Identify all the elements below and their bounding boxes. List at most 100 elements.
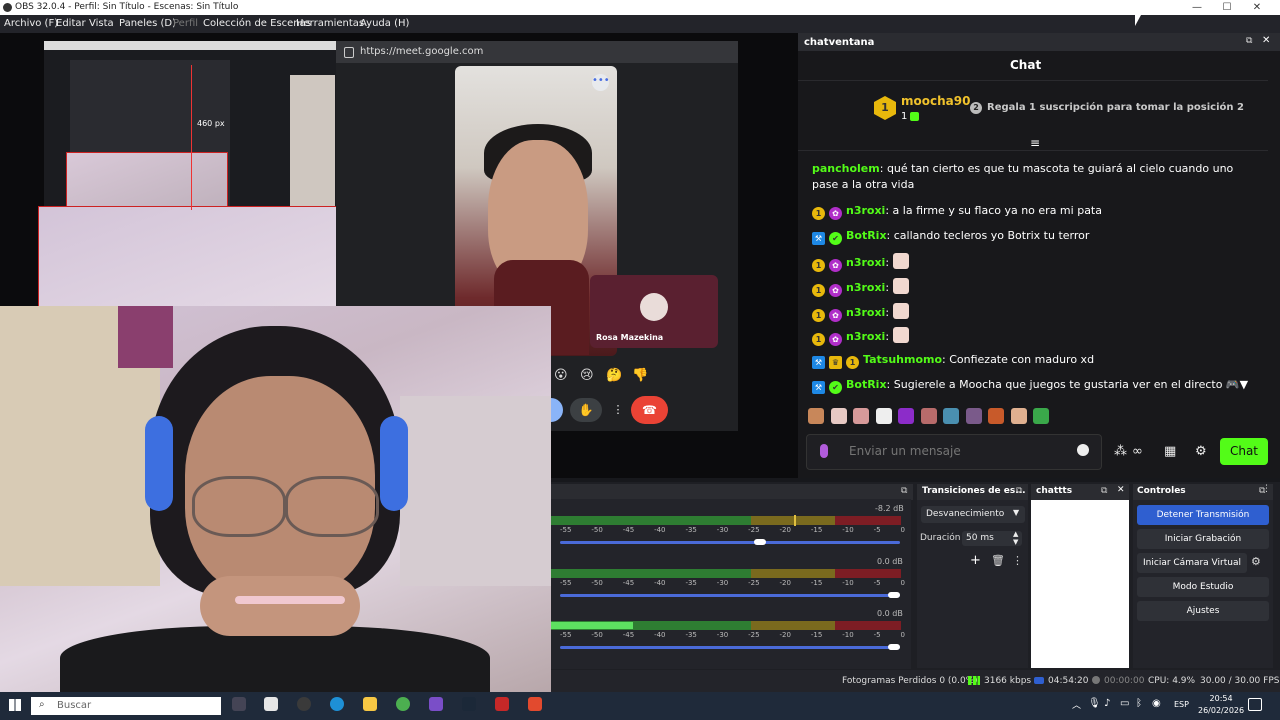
emote-icon[interactable]: [853, 408, 869, 424]
emote-icon[interactable]: [898, 408, 914, 424]
stop-streaming-button[interactable]: Detener Transmisión: [1137, 505, 1269, 525]
close-button[interactable]: ✕: [1242, 0, 1272, 15]
chat-message-input[interactable]: [847, 443, 1071, 459]
tray-chevron-icon[interactable]: ︿: [1072, 698, 1081, 711]
menu-editar[interactable]: Editar: [56, 18, 86, 29]
reaction-thinking-icon[interactable]: 🤔: [606, 368, 622, 383]
brave-icon[interactable]: [528, 697, 542, 711]
chat-send-button[interactable]: Chat: [1220, 438, 1268, 465]
menu-perfil[interactable]: Perfil: [173, 18, 198, 29]
undock-icon[interactable]: ⧉: [1101, 486, 1107, 496]
mic-tray-icon[interactable]: 🎙: [1088, 698, 1101, 709]
language-indicator[interactable]: ESP: [1174, 700, 1189, 709]
emote-icon[interactable]: [1010, 408, 1027, 424]
menu-herramientas[interactable]: Herramientas: [296, 18, 364, 29]
studio-mode-button[interactable]: Modo Estudio: [1137, 577, 1269, 597]
raise-hand-icon[interactable]: ✋: [570, 398, 602, 422]
chat-input-box[interactable]: [806, 434, 1102, 470]
add-icon[interactable]: +: [970, 553, 981, 568]
volume-slider-handle[interactable]: [888, 644, 900, 650]
windows-start-icon[interactable]: [9, 699, 21, 711]
taskbar-search[interactable]: ⌕ Buscar: [31, 697, 221, 715]
gear-icon[interactable]: ⚙: [1195, 444, 1207, 459]
steam-icon[interactable]: [462, 697, 476, 711]
emote-icon[interactable]: [965, 408, 982, 424]
stepper-icon[interactable]: ▲ ▼: [1013, 530, 1018, 546]
chat-username[interactable]: n3roxi: [846, 281, 885, 294]
gear-icon[interactable]: ⚙: [1251, 555, 1261, 568]
emote-icon[interactable]: [1033, 408, 1049, 424]
settings-button[interactable]: Ajustes: [1137, 601, 1269, 621]
emote-icon[interactable]: [943, 408, 959, 424]
menu-vista[interactable]: Vista: [89, 18, 114, 29]
reaction-surprised-icon[interactable]: 😮: [554, 368, 568, 383]
close-dock-icon[interactable]: ✕: [1117, 485, 1125, 495]
store-icon[interactable]: ▦: [1164, 444, 1176, 459]
start-recording-button[interactable]: Iniciar Grabación: [1137, 529, 1269, 549]
undock-icon[interactable]: ⧉: [1246, 36, 1252, 46]
volume-tray-icon[interactable]: ♪: [1104, 698, 1110, 709]
chat-username[interactable]: pancholem: [812, 162, 880, 175]
taskbar-clock[interactable]: 20:54 26/02/2026: [1198, 693, 1244, 717]
pdf-icon[interactable]: [495, 697, 509, 711]
transition-select[interactable]: Desvanecimiento ▼: [921, 506, 1025, 523]
more-vertical-icon[interactable]: ⋮: [1262, 484, 1271, 494]
chat-username[interactable]: BotRix: [846, 378, 887, 391]
edge-icon[interactable]: [330, 697, 344, 711]
emote-icon[interactable]: [988, 408, 1004, 424]
emote-icon[interactable]: [808, 408, 824, 424]
chat-username[interactable]: BotRix: [846, 229, 887, 242]
trash-icon[interactable]: 🗑: [991, 554, 1005, 567]
folder-icon[interactable]: [363, 697, 377, 711]
close-dock-icon[interactable]: ✕: [1262, 35, 1270, 46]
reaction-sad-icon[interactable]: 😢: [580, 368, 594, 383]
webcam-source[interactable]: [0, 306, 551, 701]
mic-icon[interactable]: [820, 444, 828, 458]
meet-url[interactable]: https://meet.google.com: [360, 46, 483, 57]
infinity-icon[interactable]: ∞: [1132, 444, 1143, 459]
gift-sub-text[interactable]: Regala 1 suscripción para tomar la posic…: [987, 102, 1244, 113]
wifi-tray-icon[interactable]: ◉: [1152, 698, 1161, 709]
volume-slider-handle[interactable]: [888, 592, 900, 598]
emoji-icon[interactable]: [1077, 444, 1089, 456]
chrome-icon[interactable]: [396, 697, 410, 711]
more-vertical-icon[interactable]: ⋮: [1012, 554, 1023, 567]
obs-taskbar-icon[interactable]: [297, 697, 311, 711]
chat-username[interactable]: n3roxi: [846, 330, 885, 343]
notifications-icon[interactable]: [1248, 698, 1262, 711]
task-view-icon[interactable]: [232, 697, 246, 711]
calculator-icon[interactable]: [264, 697, 278, 711]
volume-slider[interactable]: [560, 594, 900, 597]
emote-icon[interactable]: [875, 408, 892, 424]
app-icon[interactable]: [429, 697, 443, 711]
end-call-icon[interactable]: ☎: [631, 396, 668, 424]
menu-paneles[interactable]: Paneles (D): [119, 18, 176, 29]
chat-username[interactable]: n3roxi: [846, 256, 885, 269]
minimize-button[interactable]: —: [1182, 0, 1212, 15]
volume-slider[interactable]: [560, 541, 900, 544]
volume-slider-handle[interactable]: [754, 539, 766, 545]
chattts-browser-panel[interactable]: [1031, 500, 1129, 668]
bluetooth-tray-icon[interactable]: ᛒ: [1136, 698, 1142, 709]
emote-icon[interactable]: [830, 408, 847, 424]
volume-slider[interactable]: [560, 646, 900, 649]
undock-icon[interactable]: ⧉: [1016, 486, 1022, 496]
more-vertical-icon[interactable]: ⋮: [609, 398, 627, 422]
more-options-icon[interactable]: •••: [592, 74, 610, 91]
reaction-thumbs-down-icon[interactable]: 👎: [632, 368, 648, 383]
chat-username[interactable]: n3roxi: [846, 306, 885, 319]
duration-input[interactable]: 50 ms ▲ ▼: [962, 530, 1022, 546]
undock-icon[interactable]: ⧉: [901, 486, 907, 496]
start-virtual-camera-button[interactable]: Iniciar Cámara Virtual: [1137, 553, 1247, 573]
maximize-button[interactable]: ☐: [1212, 0, 1242, 15]
menu-ayuda[interactable]: Ayuda (H): [360, 18, 409, 29]
chat-username[interactable]: n3roxi: [846, 204, 885, 217]
chat-username[interactable]: Tatsuhmomo: [863, 353, 942, 366]
leader-name[interactable]: moocha90: [901, 94, 970, 108]
menu-archivo[interactable]: Archivo (F): [4, 18, 58, 29]
network-tray-icon[interactable]: ▭: [1120, 698, 1129, 709]
users-icon[interactable]: ⁂: [1114, 444, 1127, 459]
menu-coleccion-escenas[interactable]: Colección de Escenas: [203, 18, 311, 29]
pinned-collapse-icon[interactable]: ≡: [1030, 136, 1040, 150]
emote-icon[interactable]: [920, 408, 937, 424]
